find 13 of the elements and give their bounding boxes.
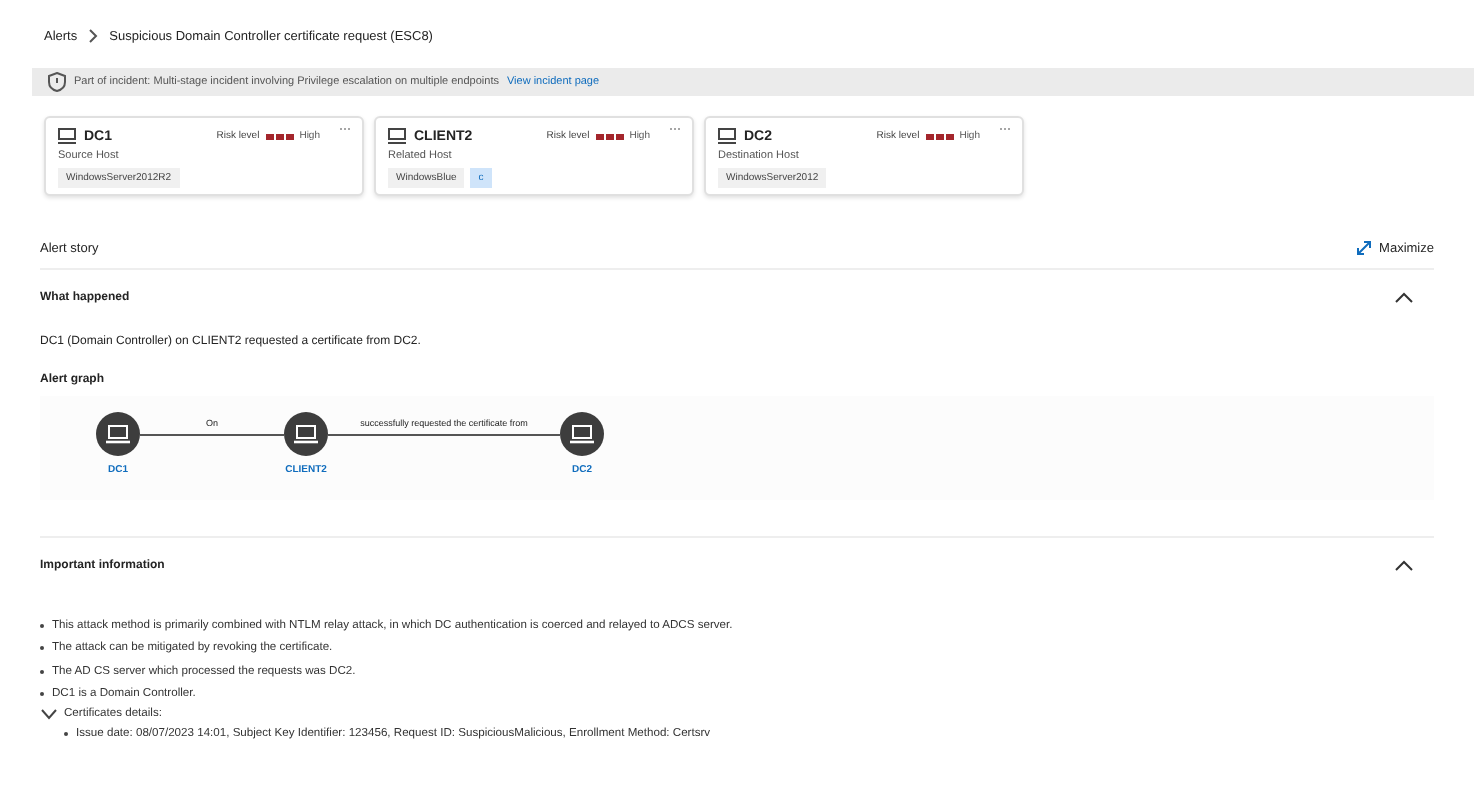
computer-icon: [388, 128, 406, 144]
computer-node-icon[interactable]: [284, 412, 328, 456]
edge-line: [140, 434, 284, 436]
computer-icon: [718, 128, 736, 144]
expand-icon: [1355, 240, 1372, 256]
shield-icon: [48, 72, 66, 92]
computer-icon: [58, 128, 76, 144]
collapse-chevron-icon[interactable]: [1394, 292, 1414, 304]
computer-node-icon[interactable]: [560, 412, 604, 456]
computer-node-icon[interactable]: [96, 412, 140, 456]
chevron-right-icon: [87, 28, 100, 44]
chevron-icon[interactable]: [40, 708, 58, 720]
collapse-chevron-icon[interactable]: [1394, 560, 1414, 572]
